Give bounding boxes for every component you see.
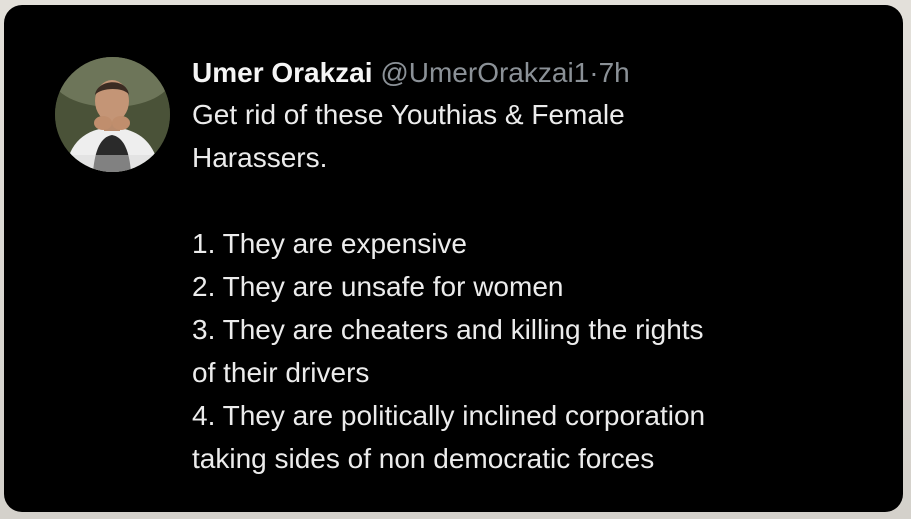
avatar[interactable] (55, 57, 170, 172)
list-item: 2. They are unsafe for women (192, 271, 564, 302)
tweet-line: Get rid of these Youthias & Female (192, 99, 625, 130)
display-name[interactable]: Umer Orakzai (192, 57, 373, 88)
separator-dot: · (589, 57, 599, 88)
list-item-continuation: of their drivers (192, 357, 370, 388)
list-item-continuation: taking sides of non democratic forces (192, 443, 655, 474)
list-item: 1. They are expensive (192, 228, 467, 259)
list-item: 3. They are cheaters and killing the rig… (192, 314, 704, 345)
tweet-text: Get rid of these Youthias & Female Haras… (192, 93, 882, 480)
tweet-header: Umer Orakzai @UmerOrakzai1·7h (192, 53, 882, 93)
list-item: 4. They are politically inclined corpora… (192, 400, 706, 431)
tweet-content: Umer Orakzai @UmerOrakzai1·7h Get rid of… (192, 53, 882, 480)
tweet-line: Harassers. (192, 142, 328, 173)
tweet-card[interactable]: Umer Orakzai @UmerOrakzai1·7h Get rid of… (4, 5, 903, 512)
user-handle[interactable]: @UmerOrakzai1 (380, 57, 589, 88)
timestamp[interactable]: 7h (599, 57, 630, 88)
avatar-image (55, 57, 170, 172)
screenshot-frame: Umer Orakzai @UmerOrakzai1·7h Get rid of… (0, 0, 911, 519)
